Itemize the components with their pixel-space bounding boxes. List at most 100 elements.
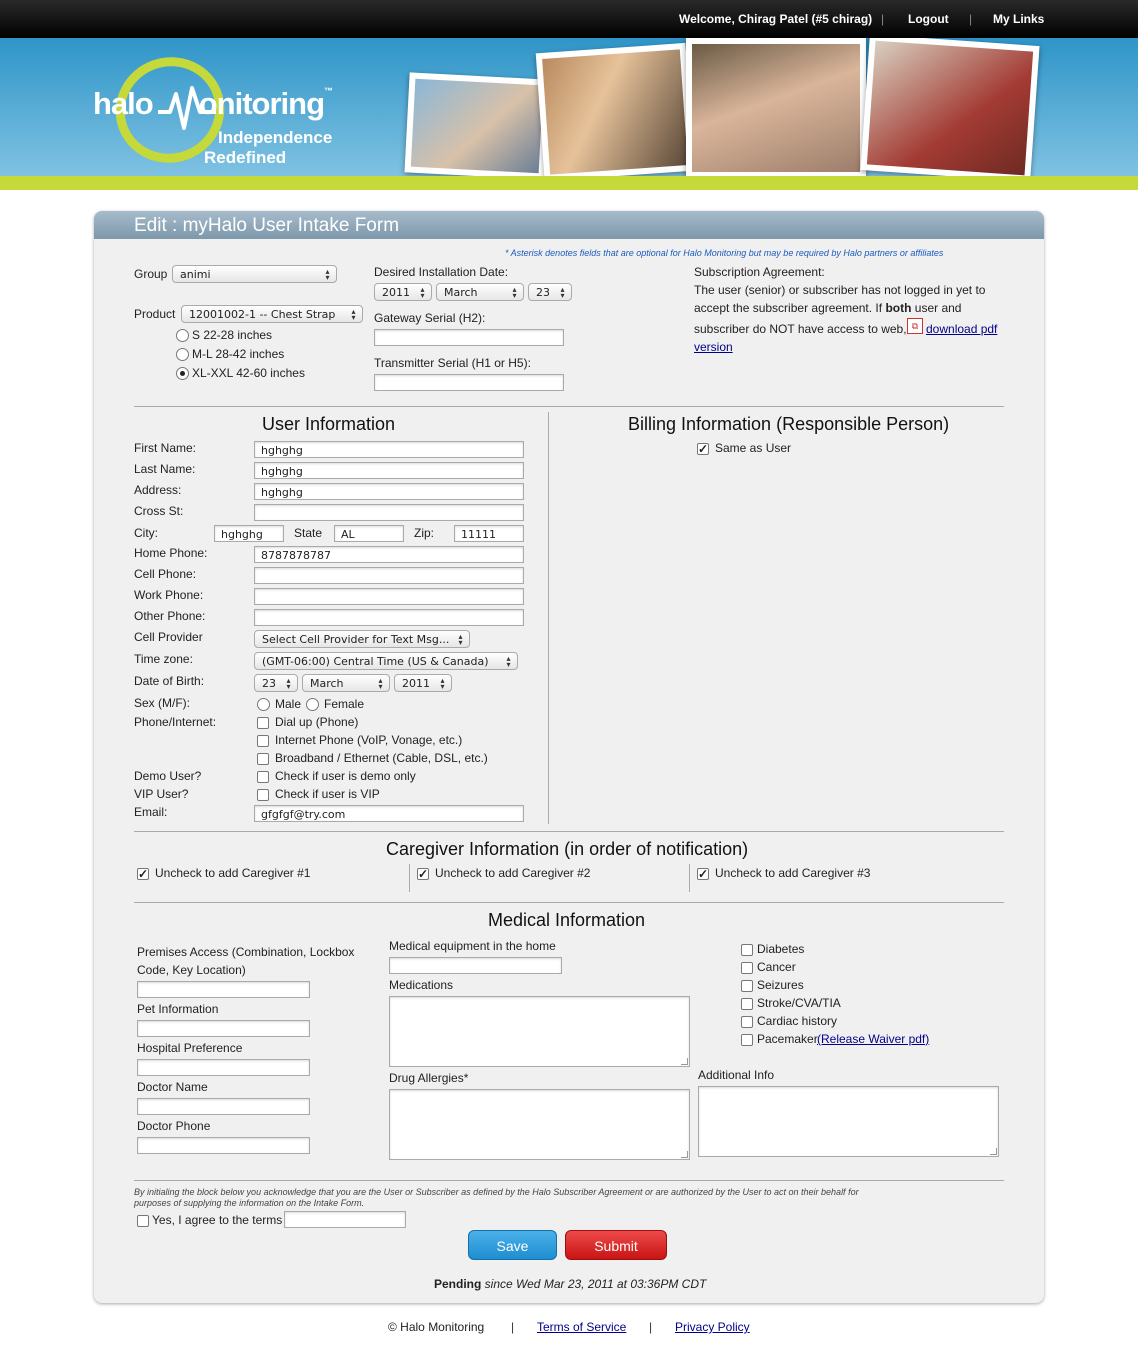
allergies-label: Drug Allergies* bbox=[389, 1071, 469, 1085]
doctor-phone-input[interactable] bbox=[137, 1137, 310, 1154]
logout-link[interactable]: Logout bbox=[908, 12, 949, 26]
agree-terms-checkbox[interactable] bbox=[137, 1215, 149, 1227]
medications-textarea[interactable] bbox=[389, 996, 690, 1067]
work-phone-label: Work Phone: bbox=[134, 588, 204, 602]
equipment-label: Medical equipment in the home bbox=[389, 939, 556, 953]
first-name-label: First Name: bbox=[134, 441, 197, 455]
transmitter-serial-input[interactable] bbox=[374, 374, 564, 391]
header-banner: halo onitoring™ Independence Redefined bbox=[0, 38, 1138, 176]
pet-label: Pet Information bbox=[137, 1002, 219, 1016]
dob-year-select[interactable]: 2011 bbox=[394, 674, 452, 692]
caregiver-1-checkbox[interactable] bbox=[137, 868, 149, 880]
tagline-line1: Independence bbox=[218, 128, 333, 147]
divider bbox=[134, 902, 1004, 903]
vip-user-label: VIP User? bbox=[134, 787, 189, 801]
doctor-name-input[interactable] bbox=[137, 1098, 310, 1115]
download-pdf-link[interactable]: download pdf bbox=[926, 322, 997, 336]
diabetes-checkbox[interactable] bbox=[741, 944, 753, 956]
cell-phone-label: Cell Phone: bbox=[134, 567, 197, 581]
footer-separator: | bbox=[649, 1320, 653, 1334]
release-waiver-link[interactable]: (Release Waiver pdf) bbox=[817, 1032, 929, 1046]
download-pdf-version-link[interactable]: version bbox=[694, 340, 733, 354]
caregiver-2-checkbox[interactable] bbox=[417, 868, 429, 880]
cell-provider-select[interactable]: Select Cell Provider for Text Msg... bbox=[254, 630, 470, 648]
voip-checkbox[interactable] bbox=[257, 735, 269, 747]
dob-day-select[interactable]: 23 bbox=[254, 674, 298, 692]
first-name-input[interactable]: hghghg bbox=[254, 441, 524, 458]
sex-male-radio[interactable] bbox=[257, 698, 270, 711]
timezone-label: Time zone: bbox=[134, 652, 193, 666]
pacemaker-checkbox[interactable] bbox=[741, 1034, 753, 1046]
stroke-checkbox[interactable] bbox=[741, 998, 753, 1010]
footer-copyright: © Halo Monitoring bbox=[388, 1320, 485, 1334]
dialup-checkbox[interactable] bbox=[257, 717, 269, 729]
sex-female-radio[interactable] bbox=[306, 698, 319, 711]
cross-st-label: Cross St: bbox=[134, 504, 184, 518]
same-as-user-checkbox[interactable] bbox=[697, 443, 709, 455]
work-phone-input[interactable] bbox=[254, 588, 524, 605]
cardiac-checkbox[interactable] bbox=[741, 1016, 753, 1028]
premises-input[interactable] bbox=[137, 981, 310, 998]
pet-input[interactable] bbox=[137, 1020, 310, 1037]
timezone-select[interactable]: (GMT-06:00) Central Time (US & Canada) bbox=[254, 652, 518, 670]
home-phone-label: Home Phone: bbox=[134, 546, 208, 560]
equipment-input[interactable] bbox=[389, 957, 562, 974]
demo-user-checkbox[interactable] bbox=[257, 771, 269, 783]
cross-st-input[interactable] bbox=[254, 504, 524, 521]
privacy-policy-link[interactable]: Privacy Policy bbox=[675, 1320, 750, 1334]
dob-month-select[interactable]: March bbox=[302, 674, 390, 692]
subscription-line3: subscriber do NOT have access to web, bbox=[694, 322, 907, 336]
nav-separator: | bbox=[969, 12, 973, 26]
subscription-line1: The user (senior) or subscriber has not … bbox=[694, 283, 986, 297]
voip-label: Internet Phone (VoIP, Vonage, etc.) bbox=[275, 733, 463, 747]
other-phone-input[interactable] bbox=[254, 609, 524, 626]
initials-input[interactable] bbox=[284, 1211, 406, 1228]
group-select[interactable]: animi bbox=[172, 265, 337, 283]
install-year-select[interactable]: 2011 bbox=[374, 283, 432, 301]
install-day-select[interactable]: 23 bbox=[528, 283, 572, 301]
last-name-input[interactable]: hghghg bbox=[254, 462, 524, 479]
demo-user-text: Check if user is demo only bbox=[275, 769, 416, 783]
welcome-text: Welcome, Chirag Patel (#5 chirag) bbox=[679, 12, 873, 26]
email-input[interactable]: gfgfgf@try.com bbox=[254, 805, 524, 822]
zip-input[interactable]: 11111 bbox=[454, 525, 524, 542]
divider bbox=[134, 406, 1004, 407]
broadband-label: Broadband / Ethernet (Cable, DSL, etc.) bbox=[275, 751, 488, 765]
my-links-link[interactable]: My Links bbox=[993, 12, 1044, 26]
product-select[interactable]: 12001002-1 -- Chest Strap bbox=[181, 305, 363, 323]
form-title: Edit : myHalo User Intake Form bbox=[134, 215, 400, 236]
home-phone-input[interactable]: 8787878787 bbox=[254, 546, 524, 563]
size-label-xl: XL-XXL 42-60 inches bbox=[192, 366, 305, 380]
caregiver-3-checkbox[interactable] bbox=[697, 868, 709, 880]
vip-user-checkbox[interactable] bbox=[257, 789, 269, 801]
subscription-title: Subscription Agreement: bbox=[694, 265, 825, 279]
additional-info-textarea[interactable] bbox=[698, 1086, 999, 1157]
city-input[interactable]: hghghg bbox=[214, 525, 284, 542]
broadband-checkbox[interactable] bbox=[257, 753, 269, 765]
terms-of-service-link[interactable]: Terms of Service bbox=[537, 1320, 626, 1334]
gateway-serial-input[interactable] bbox=[374, 329, 564, 346]
stroke-label: Stroke/CVA/TIA bbox=[757, 996, 841, 1010]
caregiver-3-label: Uncheck to add Caregiver #3 bbox=[715, 866, 871, 880]
install-month-select[interactable]: March bbox=[436, 283, 524, 301]
state-input[interactable]: AL bbox=[334, 525, 404, 542]
hospital-input[interactable] bbox=[137, 1059, 310, 1076]
submit-button[interactable]: Submit bbox=[565, 1230, 667, 1260]
size-radio-s[interactable] bbox=[176, 329, 189, 342]
pdf-icon[interactable]: ⧉ bbox=[907, 318, 923, 334]
size-radio-xl[interactable] bbox=[176, 367, 189, 380]
save-button[interactable]: Save bbox=[468, 1230, 557, 1260]
size-radio-ml[interactable] bbox=[176, 348, 189, 361]
address-input[interactable]: hghghg bbox=[254, 483, 524, 500]
caregiver-2-label: Uncheck to add Caregiver #2 bbox=[435, 866, 591, 880]
allergies-textarea[interactable] bbox=[389, 1089, 690, 1160]
group-label: Group bbox=[134, 267, 168, 281]
phone-internet-label: Phone/Internet: bbox=[134, 715, 217, 729]
cell-phone-input[interactable] bbox=[254, 567, 524, 584]
seizures-checkbox[interactable] bbox=[741, 980, 753, 992]
dialup-label: Dial up (Phone) bbox=[275, 715, 359, 729]
cancer-checkbox[interactable] bbox=[741, 962, 753, 974]
accent-bar bbox=[0, 176, 1138, 190]
divider bbox=[134, 1180, 1004, 1181]
gateway-serial-label: Gateway Serial (H2): bbox=[374, 311, 486, 325]
